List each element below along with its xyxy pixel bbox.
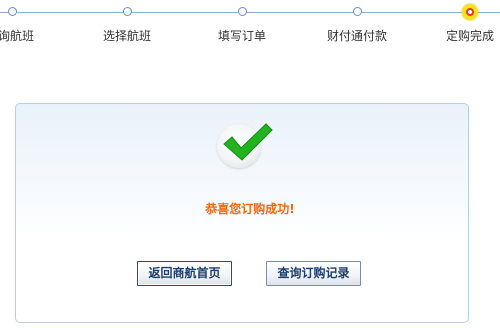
check-icon bbox=[223, 123, 273, 161]
step-label-search: 询航班 bbox=[0, 29, 35, 43]
step-dot-current bbox=[462, 4, 478, 20]
step-dot-3 bbox=[238, 7, 247, 16]
step-label-fill: 填写订单 bbox=[217, 29, 267, 43]
step-label-complete: 定购完成 bbox=[445, 29, 495, 43]
step-dot-4 bbox=[353, 7, 362, 16]
progress-track bbox=[0, 12, 500, 13]
step-dot-1 bbox=[8, 7, 17, 16]
return-home-button[interactable]: 返回商航首页 bbox=[137, 261, 232, 286]
query-orders-button[interactable]: 查询订购记录 bbox=[266, 261, 361, 286]
step-dot-2 bbox=[123, 7, 132, 16]
step-label-pay: 财付通付款 bbox=[326, 29, 388, 43]
success-message: 恭喜您订购成功! bbox=[205, 202, 295, 216]
step-label-select: 选择航班 bbox=[102, 29, 152, 43]
